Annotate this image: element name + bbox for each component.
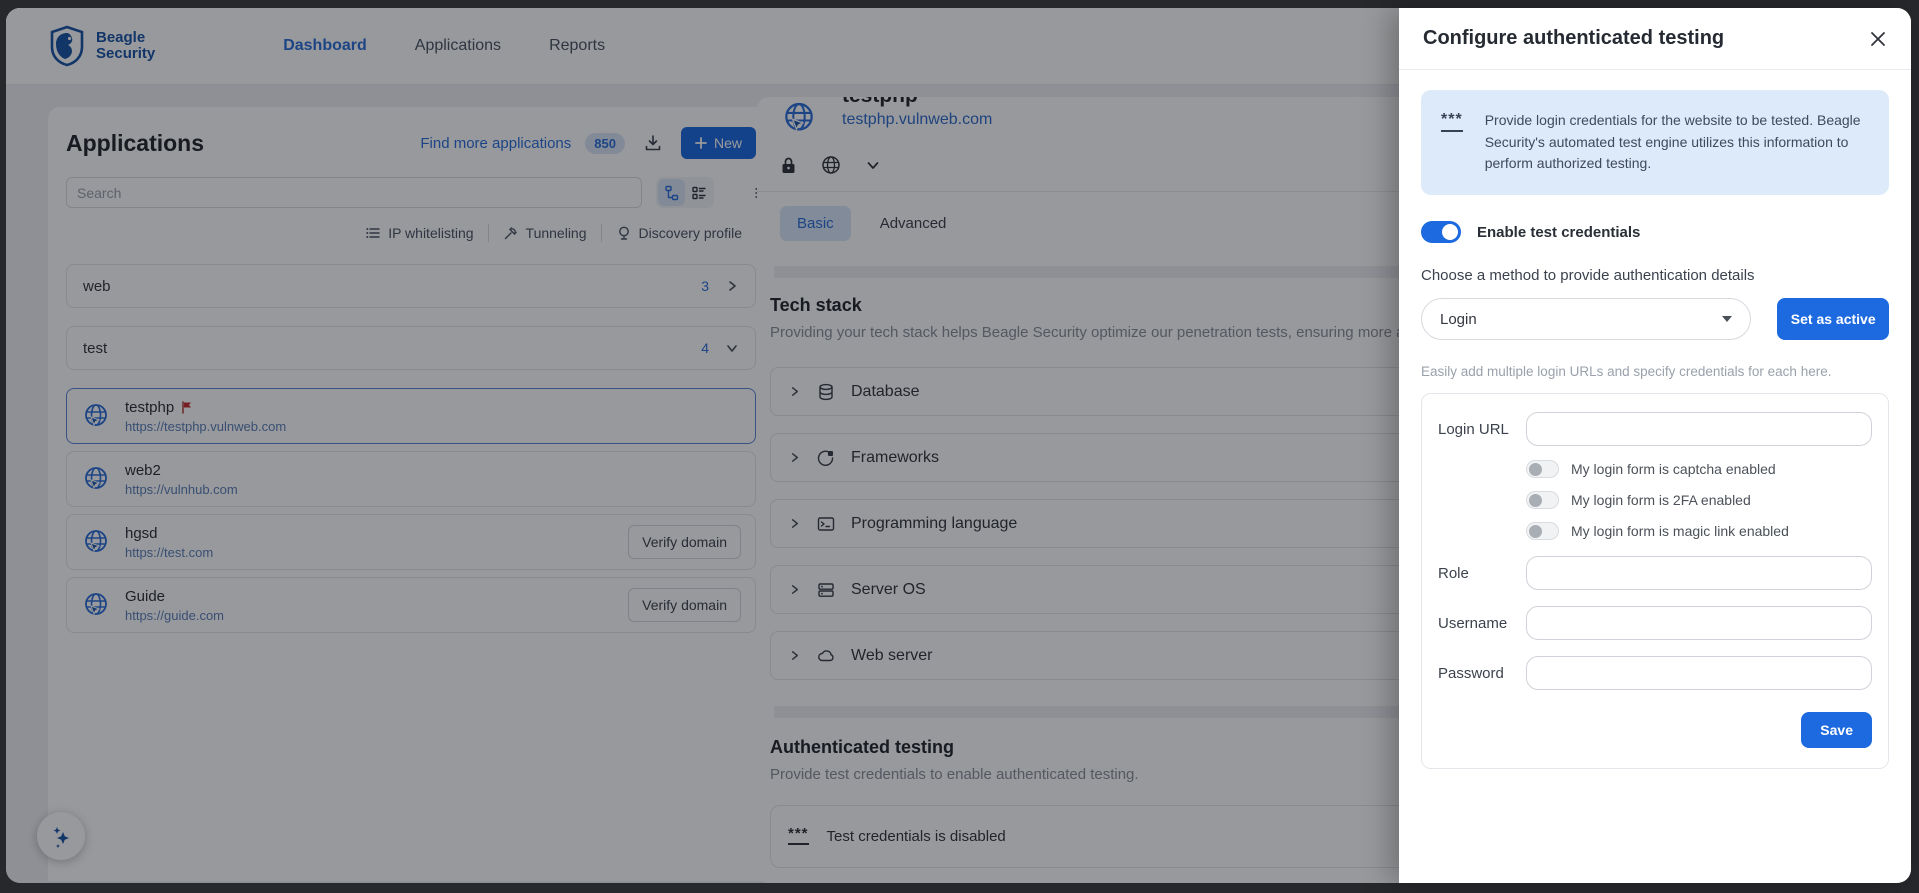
- username-input[interactable]: [1526, 606, 1872, 641]
- password-input[interactable]: [1526, 656, 1872, 691]
- twofa-enabled-label: My login form is 2FA enabled: [1571, 492, 1751, 509]
- drawer-title: Configure authenticated testing: [1423, 27, 1725, 49]
- login-url-label: Login URL: [1438, 420, 1509, 438]
- magic-link-enabled-toggle[interactable]: [1526, 522, 1559, 541]
- role-label: Role: [1438, 564, 1469, 582]
- magic-link-enabled-label: My login form is magic link enabled: [1571, 523, 1789, 540]
- save-button[interactable]: Save: [1801, 712, 1872, 749]
- role-input[interactable]: [1526, 556, 1872, 591]
- close-button[interactable]: [1869, 30, 1887, 48]
- close-icon: [1871, 31, 1885, 46]
- auth-method-select[interactable]: Login: [1421, 298, 1752, 341]
- login-url-input[interactable]: [1526, 412, 1872, 447]
- login-urls-helper-text: Easily add multiple login URLs and speci…: [1421, 364, 1832, 380]
- username-label: Username: [1438, 614, 1508, 632]
- password-label: Password: [1438, 664, 1504, 682]
- info-banner: *** Provide login credentials for the we…: [1421, 90, 1889, 196]
- twofa-enabled-toggle[interactable]: [1526, 491, 1559, 510]
- enable-test-credentials-label: Enable test credentials: [1477, 223, 1641, 241]
- captcha-enabled-label: My login form is captcha enabled: [1571, 461, 1776, 478]
- credentials-form-card: Login URL My login form is captcha enabl…: [1421, 393, 1889, 770]
- configure-auth-drawer: Configure authenticated testing *** Prov…: [1399, 8, 1911, 883]
- caret-down-icon: [1722, 316, 1733, 323]
- password-dots-icon: ***: [1441, 112, 1463, 132]
- info-banner-text: Provide login credentials for the websit…: [1484, 112, 1861, 172]
- enable-test-credentials-toggle[interactable]: [1421, 221, 1461, 244]
- captcha-enabled-toggle[interactable]: [1526, 460, 1559, 479]
- set-as-active-button[interactable]: Set as active: [1777, 298, 1889, 341]
- method-label: Choose a method to provide authenticatio…: [1421, 267, 1755, 285]
